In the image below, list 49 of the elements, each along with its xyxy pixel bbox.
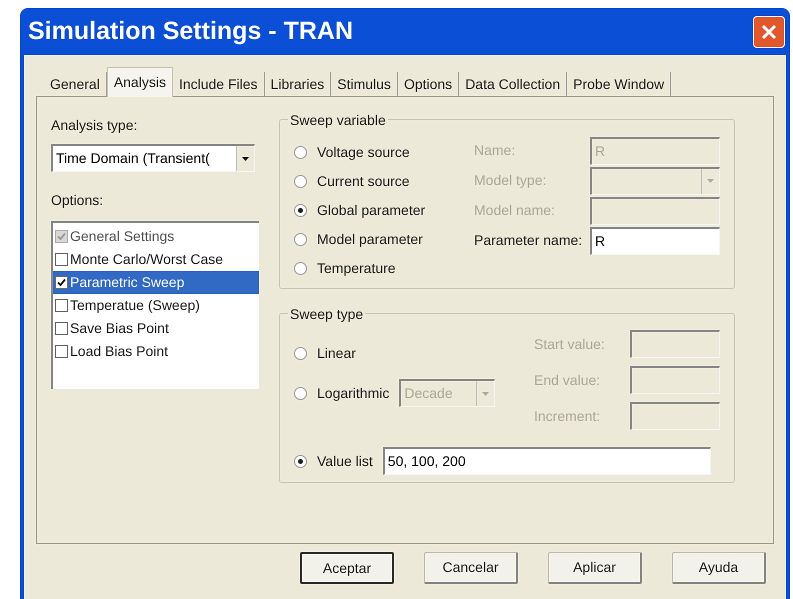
- option-item[interactable]: Temperatue (Sweep): [53, 294, 259, 317]
- analysis-type-label: Analysis type:: [51, 116, 138, 135]
- dialog-button[interactable]: Aplicar: [548, 552, 642, 584]
- radio-button[interactable]: [294, 454, 307, 468]
- caret-icon: [242, 156, 249, 160]
- radio-label: Value list: [317, 452, 373, 470]
- radio-label: Global parameter: [317, 201, 426, 220]
- radio-button[interactable]: [294, 175, 307, 188]
- window-title: Simulation Settings - TRAN: [28, 16, 353, 47]
- input-field[interactable]: 50, 100, 200: [382, 447, 711, 475]
- radio-button[interactable]: [294, 262, 307, 275]
- radio-label: Model parameter: [317, 230, 423, 249]
- radio-label: Logarithmic: [317, 384, 390, 403]
- caret-icon: [707, 179, 714, 183]
- field-label: Name:: [474, 141, 516, 160]
- radio-button[interactable]: [294, 204, 307, 217]
- field-label: Model type:: [474, 171, 546, 190]
- dropdown-arrow-button[interactable]: [236, 146, 254, 171]
- close-button[interactable]: [753, 16, 785, 48]
- options-label: Options:: [51, 191, 104, 210]
- radio-label: Linear: [317, 344, 356, 362]
- option-item[interactable]: Monte Carlo/Worst Case: [53, 248, 259, 271]
- dropdown-field[interactable]: Time Domain (Transient(: [51, 144, 255, 172]
- input-field[interactable]: R: [590, 226, 720, 254]
- field-label: Parameter name:: [474, 231, 582, 250]
- checkbox[interactable]: [55, 322, 68, 335]
- dialog-button[interactable]: Ayuda: [672, 552, 766, 584]
- checkbox[interactable]: [55, 276, 68, 289]
- checkbox[interactable]: [55, 299, 68, 312]
- dialog-button[interactable]: Aceptar: [300, 552, 394, 584]
- option-item[interactable]: Parametric Sweep: [53, 271, 259, 294]
- radio-label: Voltage source: [317, 143, 410, 162]
- field-label: Model name:: [474, 201, 555, 220]
- field-label: Start value:: [534, 334, 605, 354]
- checkbox[interactable]: [55, 253, 68, 266]
- caret-icon: [482, 392, 490, 396]
- radio-button[interactable]: [294, 233, 307, 246]
- field-label: End value:: [534, 370, 600, 390]
- dialog-button[interactable]: Cancelar: [424, 552, 518, 584]
- tab[interactable]: Analysis: [106, 67, 173, 97]
- close-icon: [760, 22, 778, 40]
- checkbox[interactable]: [55, 345, 68, 358]
- radio-label: Temperature: [317, 259, 396, 278]
- radio-button[interactable]: [294, 346, 307, 360]
- option-item[interactable]: Load Bias Point: [53, 340, 259, 363]
- option-item[interactable]: Save Bias Point: [53, 317, 259, 340]
- radio-button[interactable]: [294, 146, 307, 159]
- field-label: Increment:: [534, 406, 600, 426]
- radio-label: Current source: [317, 172, 410, 191]
